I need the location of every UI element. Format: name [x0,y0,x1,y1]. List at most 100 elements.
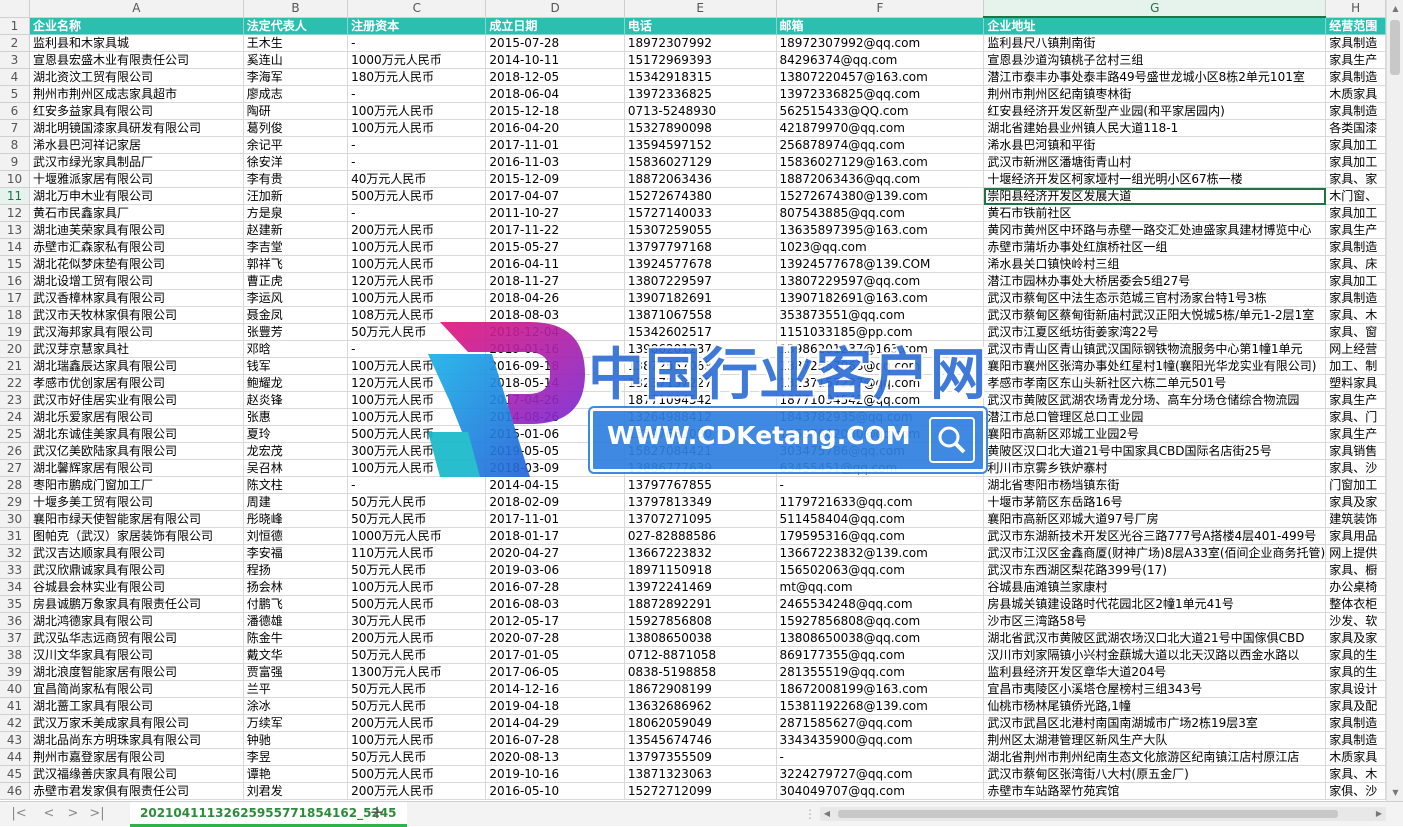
table-cell[interactable]: - [347,340,487,358]
table-cell[interactable]: 网上经营 [1325,340,1386,358]
table-cell[interactable]: 宣恩县宏盛木业有限责任公司 [29,51,244,69]
table-cell[interactable]: 13797797168 [624,238,777,256]
table-cell[interactable]: 家具、沙 [1325,459,1386,477]
table-cell[interactable]: 宣恩县沙道沟镇桃子岔村三组 [983,51,1327,69]
table-cell[interactable]: 2014-04-15 [485,476,625,494]
row-number[interactable]: 35 [0,595,30,613]
table-cell[interactable]: 家具加工 [1325,204,1386,222]
table-cell[interactable]: 2018-06-04 [485,85,625,103]
table-cell[interactable]: 吴召林 [243,459,349,477]
table-cell[interactable]: 200万元人民币 [347,221,487,239]
table-cell[interactable]: 武汉亿美欧陆家具有限公司 [29,442,244,460]
table-cell[interactable]: 武汉市天牧林家俱有限公司 [29,306,244,324]
row-number[interactable]: 7 [0,119,30,137]
select-all-corner[interactable] [0,0,30,18]
table-cell[interactable]: 谷城县庙滩镇兰家康村 [983,578,1327,596]
table-cell[interactable]: 180万元人民币 [347,68,487,86]
table-cell[interactable]: 湖北迪芙荣家具有限公司 [29,221,244,239]
table-cell[interactable]: 家具制造 [1325,34,1386,52]
table-cell[interactable]: 潜江市泰丰办事处泰丰路49号盛世龙城小区8栋2单元101室 [983,68,1327,86]
table-cell[interactable]: 武汉市江夏区纸坊街姜家湾22号 [983,323,1327,341]
table-cell[interactable]: 木门窗、 [1325,187,1386,205]
table-cell[interactable]: 家具加工 [1325,153,1386,171]
table-cell[interactable]: 13667223832 [624,544,777,562]
table-cell[interactable]: 奚连山 [243,51,349,69]
table-cell[interactable]: 木质家具 [1325,748,1386,766]
header-cell[interactable]: 企业名称 [29,17,244,35]
row-number[interactable]: 42 [0,714,30,732]
table-cell[interactable]: 2015-05-27 [485,238,625,256]
table-cell[interactable]: 浠水县关口镇快岭村三组 [983,255,1327,273]
table-cell[interactable]: 2018-05-14 [485,374,625,392]
row-number[interactable]: 2 [0,34,30,52]
table-cell[interactable]: 十堰经济开发区柯家垭村一组光明小区67栋一楼 [983,170,1327,188]
table-cell[interactable]: 2015-12-09 [485,170,625,188]
table-cell[interactable]: 84296374@qq.com [776,51,985,69]
table-cell[interactable]: 13807229597 [624,272,777,290]
table-cell[interactable]: 武汉海邦家具有限公司 [29,323,244,341]
table-cell[interactable]: 13635897395@163.com [776,221,985,239]
table-cell[interactable]: 湖北瑞鑫辰达家具有限公司 [29,357,244,375]
table-cell[interactable]: 湖北浪度智能家居有限公司 [29,663,244,681]
row-number[interactable]: 24 [0,408,30,426]
table-cell[interactable]: 湖北资汶工贸有限公司 [29,68,244,86]
table-cell[interactable]: 家具及家 [1325,493,1386,511]
table-cell[interactable]: 戴文华 [243,646,349,664]
table-cell[interactable]: 湖北花似梦床垫有限公司 [29,255,244,273]
table-cell[interactable]: 100万元人民币 [347,459,487,477]
table-cell[interactable]: 红安多益家具有限公司 [29,102,244,120]
table-cell[interactable]: 200万元人民币 [347,629,487,647]
table-cell[interactable]: 家具、门 [1325,408,1386,426]
table-cell[interactable]: 15307259055 [624,221,777,239]
table-cell[interactable]: 100万元人民币 [347,255,487,273]
table-cell[interactable]: 黄陂区汉口北大道21号中国家具CBD国际名店街25号 [983,442,1327,460]
table-cell[interactable]: 1151033185@pp.com [776,323,985,341]
row-number[interactable]: 3 [0,51,30,69]
table-cell[interactable]: 李昱 [243,748,349,766]
table-cell[interactable]: 湖北省建始县业州镇人民大道118-1 [983,119,1327,137]
table-cell[interactable]: 李海军 [243,68,349,86]
table-cell[interactable]: 15727140033 [624,204,777,222]
table-cell[interactable]: 襄阳市襄州区张湾办事处红星村1幢(襄阳光华龙实业有限公司) [983,357,1327,375]
table-cell[interactable]: 13907182691@163.com [776,289,985,307]
table-cell[interactable]: 303475786@qq.com [776,442,985,460]
data-table[interactable]: A B C D E F G H 1 企业名称 法定代表人 注册资本 成立日期 电话 邮箱 企业… [0,0,1386,800]
tab-splitter[interactable]: ⋮ [804,806,816,822]
table-cell[interactable]: 200万元人民币 [347,782,487,800]
table-cell[interactable]: 武汉万家禾美成家具有限公司 [29,714,244,732]
table-cell[interactable]: 家具、床 [1325,255,1386,273]
table-cell[interactable]: 13797355509 [624,748,777,766]
table-cell[interactable]: 赵炎锋 [243,391,349,409]
row-number[interactable]: 23 [0,391,30,409]
column-header[interactable]: E [624,0,777,18]
row-number[interactable]: 18 [0,306,30,324]
table-cell[interactable]: 2019-05-05 [485,442,625,460]
table-cell[interactable]: 湖北省荆州市荆州纪南生态文化旅游区纪南镇江店村原江店 [983,748,1327,766]
table-cell[interactable]: 120万元人民币 [347,374,487,392]
table-cell[interactable]: 湖北馨辉家居有限公司 [29,459,244,477]
table-cell[interactable]: 13545674746 [624,731,777,749]
table-cell[interactable]: 赤壁市车站路翠竹苑宾馆 [983,782,1327,800]
column-header[interactable]: B [243,0,349,18]
table-cell[interactable]: 汉川市刘家隔镇小兴村金蕻城大道以北天汉路以西金水路以 [983,646,1327,664]
table-cell[interactable]: 曹正虎 [243,272,349,290]
table-cell[interactable]: 179595316@qq.com [776,527,985,545]
table-cell[interactable]: 1000万元人民币 [347,527,487,545]
table-cell[interactable]: 18771094542 [624,391,777,409]
table-cell[interactable]: 13972241469 [624,578,777,596]
table-cell[interactable]: 3343435900@qq.com [776,731,985,749]
row-number[interactable]: 4 [0,68,30,86]
row-number[interactable]: 33 [0,561,30,579]
table-cell[interactable]: 2018-04-26 [485,289,625,307]
table-cell[interactable]: 110万元人民币 [347,544,487,562]
table-cell[interactable]: 100万元人民币 [347,391,487,409]
table-cell[interactable]: 家具制造 [1325,714,1386,732]
table-cell[interactable]: 程扬 [243,561,349,579]
header-cell[interactable]: 注册资本 [347,17,487,35]
table-cell[interactable]: 18672908199 [624,680,777,698]
table-cell[interactable]: 13797767855 [624,476,777,494]
table-cell[interactable]: 余记平 [243,136,349,154]
table-cell[interactable]: 2019-04-18 [485,697,625,715]
table-cell[interactable]: 15272674380 [624,187,777,205]
table-cell[interactable]: 2015-01-06 [485,425,625,443]
